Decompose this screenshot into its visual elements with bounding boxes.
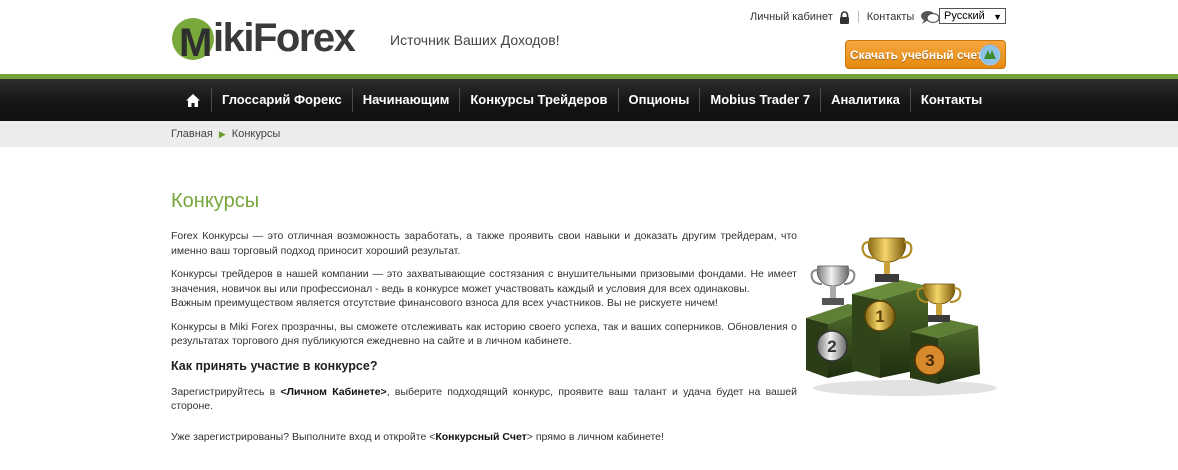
contacts-link[interactable]: Контакты [867, 11, 915, 23]
contests-description-text: Конкурсы трейдеров в нашей компании — эт… [171, 268, 797, 295]
page-title: Конкурсы [171, 190, 260, 212]
nav-home[interactable] [175, 88, 211, 112]
breadcrumb-arrow-icon: ▶ [218, 128, 226, 139]
breadcrumb-home-link[interactable]: Главная [171, 128, 213, 140]
main-content: Конкурсы Forex Конкурсы — это отличная в… [171, 190, 797, 453]
download-demo-account-button[interactable]: Скачать учебный счет [845, 40, 1006, 69]
logo-letter: M [179, 21, 212, 64]
nav-options[interactable]: Опционы [617, 88, 700, 112]
gold-trophy-icon [861, 237, 913, 282]
home-icon [186, 93, 200, 107]
personal-cabinet-link[interactable]: Личный кабинет [750, 11, 833, 23]
register-text-pre: Зарегистрируйтесь в [171, 385, 281, 398]
lock-icon [839, 10, 849, 24]
breadcrumb-current: Конкурсы [231, 128, 281, 140]
nav-contacts[interactable]: Контакты [909, 88, 992, 112]
nav-glossary[interactable]: Глоссарий Форекс [211, 88, 352, 112]
chevron-down-icon: ▼ [993, 12, 1002, 22]
breadcrumb: Главная ▶ Конкурсы [171, 128, 280, 140]
chat-icon [921, 11, 940, 24]
register-paragraph: Зарегистрируйтесь в <Личном Кабинете>, в… [171, 385, 797, 414]
download-button-label: Скачать учебный счет [850, 47, 983, 62]
nav-mobius-trader[interactable]: Mobius Trader 7 [699, 88, 820, 112]
site-header: M ikiForex Источник Ваших Доходов! Личны… [0, 0, 1178, 74]
main-navigation: Глоссарий Форекс Начинающим Конкурсы Тре… [0, 79, 1178, 121]
logo[interactable]: M ikiForex [171, 10, 361, 66]
divider [857, 11, 859, 23]
second-place-number: 2 [827, 337, 836, 356]
already-registered-paragraph: Уже зарегистрированы? Выполните вход и о… [171, 430, 797, 445]
registered-text-post: > прямо в личном кабинете! [526, 430, 664, 443]
nav-analytics[interactable]: Аналитика [820, 88, 910, 112]
no-risk-text: Важным преимуществом является отсутствие… [171, 297, 718, 309]
trophy-podium-illustration: 2 1 3 [806, 237, 997, 396]
nav-beginners[interactable]: Начинающим [351, 88, 460, 112]
how-to-participate-heading: Как принять участие в конкурсе? [171, 358, 378, 373]
intro-paragraph: Forex Конкурсы — это отличная возможност… [171, 230, 797, 257]
logo-mark-icon: M [172, 18, 214, 64]
logo-text: ikiForex [213, 16, 356, 60]
silver-trophy-icon [810, 265, 856, 305]
top-links: Личный кабинет Контакты [750, 8, 940, 26]
transparency-paragraph: Конкурсы в Miki Forex прозрачны, вы смож… [171, 320, 797, 348]
third-place-number: 3 [925, 351, 934, 370]
contest-account-inline-link[interactable]: Конкурсный Счет [435, 431, 526, 443]
breadcrumb-bar: Главная ▶ Конкурсы [0, 121, 1178, 147]
language-select[interactable]: Русский ▼ [939, 8, 1006, 24]
metatrader-icon [979, 44, 1001, 66]
tagline: Источник Ваших Доходов! [390, 32, 560, 48]
contests-description: Конкурсы трейдеров в нашей компании — эт… [171, 267, 797, 311]
registered-text-pre: Уже зарегистрированы? Выполните вход и о… [171, 430, 436, 443]
first-place-number: 1 [875, 307, 884, 326]
nav-contests[interactable]: Конкурсы Трейдеров [459, 88, 617, 112]
personal-cabinet-inline-link[interactable]: <Личном Кабинете> [281, 386, 387, 398]
language-value: Русский [944, 10, 985, 22]
